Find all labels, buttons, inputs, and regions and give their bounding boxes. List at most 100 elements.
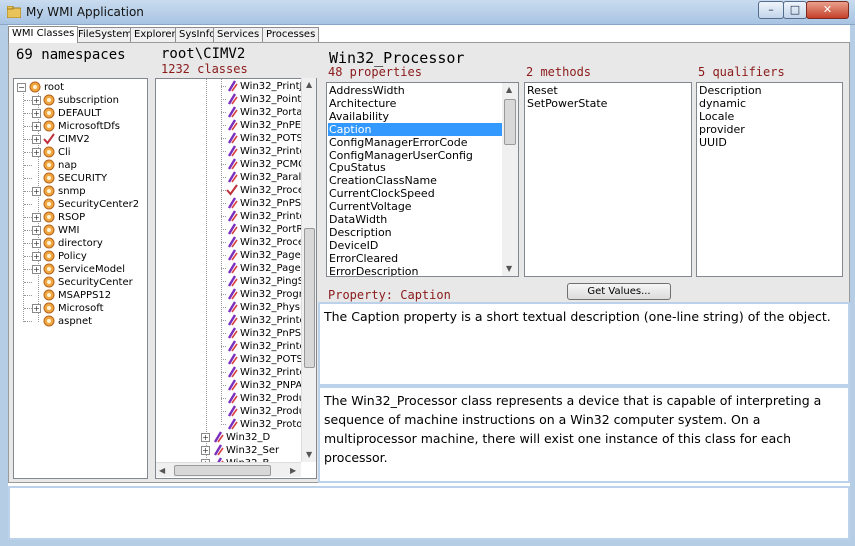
namespace-tree[interactable]: − root + subscription + DEFAULT + MicrosoftDf… (13, 78, 148, 479)
tree-label: Win32_Produc (240, 393, 311, 404)
class-icon (226, 93, 238, 105)
expand-icon[interactable]: + (32, 187, 41, 196)
tree-label: Win32_PnPSi (240, 328, 304, 339)
expand-icon[interactable]: + (32, 148, 41, 157)
expand-icon[interactable]: + (32, 109, 41, 118)
class-icon (226, 262, 238, 274)
method-item[interactable]: Reset (527, 84, 558, 97)
class-tree-vscrollbar[interactable]: ▲ ▼ (301, 78, 316, 462)
scroll-thumb[interactable] (304, 228, 315, 368)
gear-icon (43, 185, 55, 197)
output-box[interactable] (8, 486, 850, 540)
scroll-up-arrow[interactable]: ▲ (506, 85, 512, 94)
tree-label: Microsoft (58, 303, 104, 314)
minimize-button[interactable]: – (758, 1, 784, 19)
tree-connector (24, 100, 32, 101)
get-values-button[interactable]: Get Values... (567, 283, 671, 300)
tree-label: Win32_PCMC (240, 159, 306, 170)
method-item[interactable]: SetPowerState (527, 97, 607, 110)
expand-icon[interactable]: + (32, 122, 41, 131)
class-icon (226, 132, 238, 144)
tab-services[interactable]: Services (213, 27, 264, 42)
tree-connector (24, 139, 32, 140)
class-icon (226, 223, 238, 235)
maximize-button[interactable]: □ (783, 1, 807, 19)
qualifier-item[interactable]: provider (699, 123, 745, 136)
scroll-right-arrow[interactable]: ▶ (290, 466, 296, 475)
properties-vscrollbar[interactable]: ▲ ▼ (502, 83, 518, 276)
class-tree[interactable]: Win32_PrintJo Win32_Pointin Win32_Portab Wi… (155, 78, 317, 479)
qualifier-item[interactable]: Locale (699, 110, 734, 123)
qualifier-item[interactable]: dynamic (699, 97, 746, 110)
qualifiers-count: 5 qualifiers (698, 65, 785, 79)
class-icon (226, 236, 238, 248)
expand-icon[interactable]: + (201, 446, 210, 455)
property-item[interactable]: Caption (328, 122, 502, 136)
class-icon (226, 158, 238, 170)
property-item[interactable]: DeviceID (329, 239, 378, 252)
property-item[interactable]: DataWidth (329, 213, 387, 226)
tree-label: Win32_Protoc (240, 419, 308, 430)
scroll-down-arrow[interactable]: ▼ (306, 450, 312, 459)
tree-label: Win32_Ser (226, 445, 280, 456)
gear-icon (43, 94, 55, 106)
tab-wmi-classes[interactable]: WMI Classes (8, 26, 79, 43)
tree-connector (24, 321, 32, 322)
qualifiers-list[interactable]: Description dynamic Locale provider UUID (696, 82, 843, 277)
class-icon (226, 366, 238, 378)
property-item[interactable]: ErrorDescription (329, 265, 418, 276)
scroll-thumb[interactable] (504, 99, 516, 145)
tab-explorer[interactable]: Explorer (130, 27, 180, 42)
tree-label: Win32_Proces (240, 185, 310, 196)
close-button[interactable]: ✕ (806, 1, 849, 19)
app-icon (6, 5, 22, 19)
properties-list[interactable]: AddressWidth Architecture Availability Capt… (326, 82, 519, 277)
expand-icon[interactable]: + (32, 265, 41, 274)
expand-icon[interactable]: + (32, 239, 41, 248)
property-item[interactable]: ConfigManagerErrorCode (329, 136, 467, 149)
expand-icon[interactable]: + (201, 433, 210, 442)
property-item[interactable]: Availability (329, 110, 389, 123)
expand-icon[interactable]: + (32, 226, 41, 235)
expand-icon[interactable]: + (32, 135, 41, 144)
scroll-left-arrow[interactable]: ◀ (159, 466, 165, 475)
scroll-up-arrow[interactable]: ▲ (306, 80, 312, 89)
property-item[interactable]: CurrentVoltage (329, 200, 412, 213)
qualifier-item[interactable]: Description (699, 84, 762, 97)
property-item[interactable]: Architecture (329, 97, 396, 110)
tab-filesystem[interactable]: FileSystem (74, 27, 137, 42)
class-icon (226, 171, 238, 183)
expand-icon[interactable]: + (32, 304, 41, 313)
property-item[interactable]: ErrorCleared (329, 252, 398, 265)
qualifier-item[interactable]: UUID (699, 136, 727, 149)
class-icon (226, 327, 238, 339)
methods-list[interactable]: Reset SetPowerState (524, 82, 692, 277)
tree-label: Win32_PNPAl (240, 380, 306, 391)
class-tree-hscrollbar[interactable]: ◀ ▶ (156, 462, 301, 477)
scroll-thumb[interactable] (174, 465, 271, 476)
title-bar: My WMI Application – □ ✕ (0, 0, 855, 25)
tree-label: MSAPPS12 (58, 290, 112, 301)
expand-icon[interactable]: + (32, 213, 41, 222)
expand-icon[interactable]: + (32, 252, 41, 261)
property-item[interactable]: CurrentClockSpeed (329, 187, 435, 200)
class-icon (226, 106, 238, 118)
property-item[interactable]: ConfigManagerUserConfig (329, 149, 473, 162)
gear-icon (43, 211, 55, 223)
property-description: The Caption property is a short textual … (318, 302, 850, 386)
window-frame-bottom (0, 540, 855, 546)
gear-icon (43, 224, 55, 236)
collapse-icon[interactable]: − (17, 83, 26, 92)
expand-icon[interactable]: + (32, 96, 41, 105)
property-item[interactable]: AddressWidth (329, 84, 405, 97)
property-item[interactable]: Description (329, 226, 392, 239)
property-item[interactable]: CpuStatus (329, 161, 386, 174)
tree-label: SECURITY (58, 173, 108, 184)
property-item[interactable]: CreationClassName (329, 174, 437, 187)
tab-processes[interactable]: Processes (262, 27, 320, 42)
tree-connector (24, 230, 32, 231)
tree-label: MicrosoftDfs (58, 121, 120, 132)
class-icon (212, 444, 224, 456)
tree-label: directory (58, 238, 103, 249)
scroll-down-arrow[interactable]: ▼ (506, 264, 512, 273)
